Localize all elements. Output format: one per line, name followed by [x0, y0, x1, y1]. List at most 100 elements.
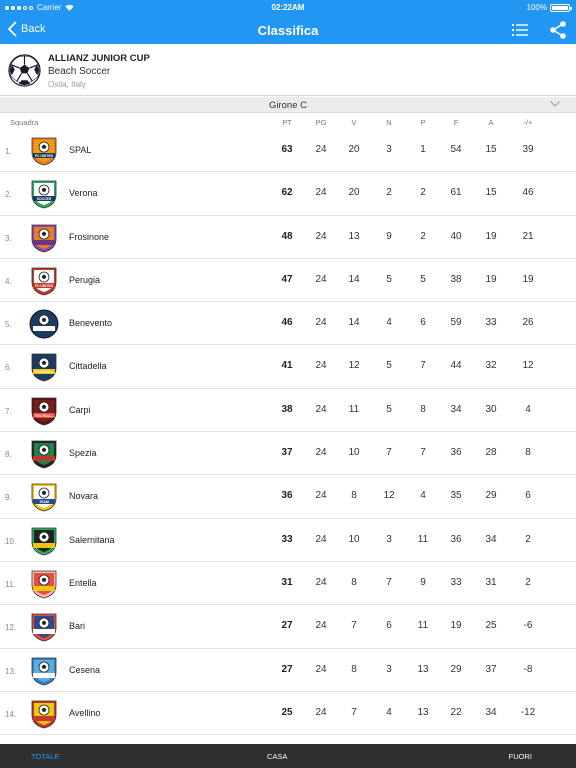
cell-f: 33 — [450, 576, 462, 588]
cell-p: 6 — [420, 317, 426, 329]
cell-p: 9 — [420, 576, 426, 588]
cell-n: 7 — [386, 447, 392, 459]
svg-text:SOCCER: SOCCER — [37, 327, 52, 331]
cell-a: 32 — [485, 360, 497, 372]
chevron-down-icon[interactable] — [550, 100, 560, 108]
cell-v: 11 — [348, 403, 360, 415]
team-name: Benevento — [69, 318, 113, 329]
cell-pg: 24 — [315, 533, 327, 545]
cell-a: 25 — [485, 620, 497, 632]
table-row[interactable]: 3. Frosinone 48 24 13 9 2 40 19 21 — [0, 215, 576, 259]
table-row[interactable]: 7. FOOTBALL Carpi 38 24 11 5 8 34 30 4 — [0, 388, 576, 433]
row-rank: 9. — [5, 493, 12, 503]
cell-a: 34 — [485, 706, 497, 718]
team-crest: FC UNITED — [31, 267, 57, 296]
tab-fuori[interactable]: FUORI — [509, 752, 532, 761]
cell-a: 37 — [485, 663, 497, 675]
group-selector[interactable]: Girone C — [0, 97, 576, 113]
cell-pt: 48 — [281, 230, 293, 242]
team-badge-icon — [28, 698, 60, 730]
team-badge-icon: FC UNITED — [28, 135, 60, 167]
cell-p: 13 — [417, 706, 429, 718]
row-rank: 6. — [5, 363, 12, 373]
cell-p: 1 — [420, 144, 426, 155]
cell-n: 9 — [386, 230, 392, 242]
cell-p: 4 — [420, 490, 426, 502]
cell-v: 7 — [351, 620, 357, 632]
table-row[interactable]: 9. TEAM Novara 36 24 8 12 4 35 29 6 — [0, 475, 576, 519]
share-icon[interactable] — [548, 20, 568, 40]
cell-diff: 2 — [525, 533, 531, 545]
tab-totale[interactable]: TOTALE — [31, 752, 59, 761]
cell-a: 29 — [485, 490, 497, 502]
cell-f: 34 — [450, 403, 462, 415]
team-name: Carpi — [69, 404, 91, 415]
team-name: Spezia — [69, 448, 97, 459]
team-badge-icon — [28, 525, 60, 557]
table-row[interactable]: 8. Spezia 37 24 10 7 7 36 28 8 — [0, 432, 576, 476]
table-row[interactable]: 14. Avellino 25 24 7 4 13 22 34 -12 — [0, 691, 576, 736]
row-rank: 13. — [5, 666, 17, 676]
cell-pg: 24 — [315, 620, 327, 632]
team-name: Novara — [69, 491, 99, 502]
row-rank: 10. — [5, 536, 17, 546]
cell-f: 35 — [450, 490, 462, 502]
cell-n: 4 — [386, 706, 392, 718]
team-crest — [31, 224, 57, 253]
tab-casa[interactable]: CASA — [267, 752, 287, 761]
status-time: 02:22AM — [271, 3, 305, 12]
cell-diff: 46 — [522, 187, 534, 199]
cell-a: 30 — [485, 403, 497, 415]
table-row[interactable]: 11. Entella 31 24 8 7 9 33 31 2 — [0, 561, 576, 606]
cell-f: 44 — [450, 360, 462, 372]
row-rank: 2. — [5, 190, 12, 200]
bottom-tab-bar: TOTALE CASA FUORI — [0, 744, 576, 768]
list-icon[interactable] — [510, 20, 530, 40]
team-badge-icon — [28, 611, 60, 643]
cell-pg: 24 — [315, 490, 327, 502]
header-n: N — [386, 118, 392, 127]
table-row[interactable]: 5. SOCCER Benevento 46 24 14 4 6 59 33 2… — [0, 302, 576, 346]
cell-n: 5 — [386, 360, 392, 372]
cell-n: 5 — [386, 403, 392, 415]
team-crest — [31, 440, 57, 469]
table-row[interactable]: 12. Bari 27 24 7 6 11 19 25 -6 — [0, 605, 576, 649]
table-row[interactable]: 1. FC UNITED SPAL 63 24 20 3 1 54 15 39 — [0, 129, 576, 173]
cell-f: 59 — [450, 317, 462, 329]
table-row[interactable]: 13. Cesena 27 24 8 3 13 29 37 -8 — [0, 648, 576, 692]
table-row[interactable]: 4. FC UNITED Perugia 47 24 14 5 5 38 19 … — [0, 258, 576, 303]
table-header: Squadra PT PG V N P F A -/+ — [0, 116, 576, 130]
team-name: Verona — [69, 188, 98, 199]
cell-v: 20 — [348, 144, 360, 155]
cell-pg: 24 — [315, 403, 327, 415]
team-badge-icon — [28, 438, 60, 470]
table-row[interactable]: 10. Salernitana 33 24 10 3 11 36 34 2 — [0, 518, 576, 562]
team-crest: FC UNITED — [31, 137, 57, 166]
table-row[interactable]: 2. SOCCER Verona 62 24 20 2 2 61 15 46 — [0, 172, 576, 216]
cell-pg: 24 — [315, 230, 327, 242]
row-rank: 7. — [5, 406, 12, 416]
team-name: Frosinone — [69, 231, 110, 242]
team-badge-icon — [28, 568, 60, 600]
cell-pg: 24 — [315, 144, 327, 155]
cell-a: 19 — [485, 273, 497, 285]
cell-v: 10 — [348, 533, 360, 545]
team-crest — [31, 570, 57, 599]
cell-v: 12 — [348, 360, 360, 372]
team-crest — [31, 613, 57, 642]
row-rank: 3. — [5, 233, 12, 243]
cell-pg: 24 — [315, 663, 327, 675]
competition-header: ALLIANZ JUNIOR CUP Beach Soccer Ostia, I… — [0, 44, 576, 96]
cell-n: 3 — [386, 144, 392, 155]
header-team: Squadra — [10, 118, 39, 127]
navigation-bar: Back Classifica — [0, 16, 576, 44]
cell-v: 8 — [351, 490, 357, 502]
competition-name: ALLIANZ JUNIOR CUP — [48, 53, 150, 64]
team-crest: SOCCER — [29, 309, 59, 339]
team-name: Salernitana — [69, 534, 115, 545]
cell-f: 61 — [450, 187, 462, 199]
table-row[interactable]: 6. FOOTBALL Cittadella 41 24 12 5 7 44 3… — [0, 345, 576, 389]
cell-pg: 24 — [315, 706, 327, 718]
cell-pt: 47 — [281, 273, 293, 285]
svg-text:FOOTBALL: FOOTBALL — [35, 414, 53, 418]
